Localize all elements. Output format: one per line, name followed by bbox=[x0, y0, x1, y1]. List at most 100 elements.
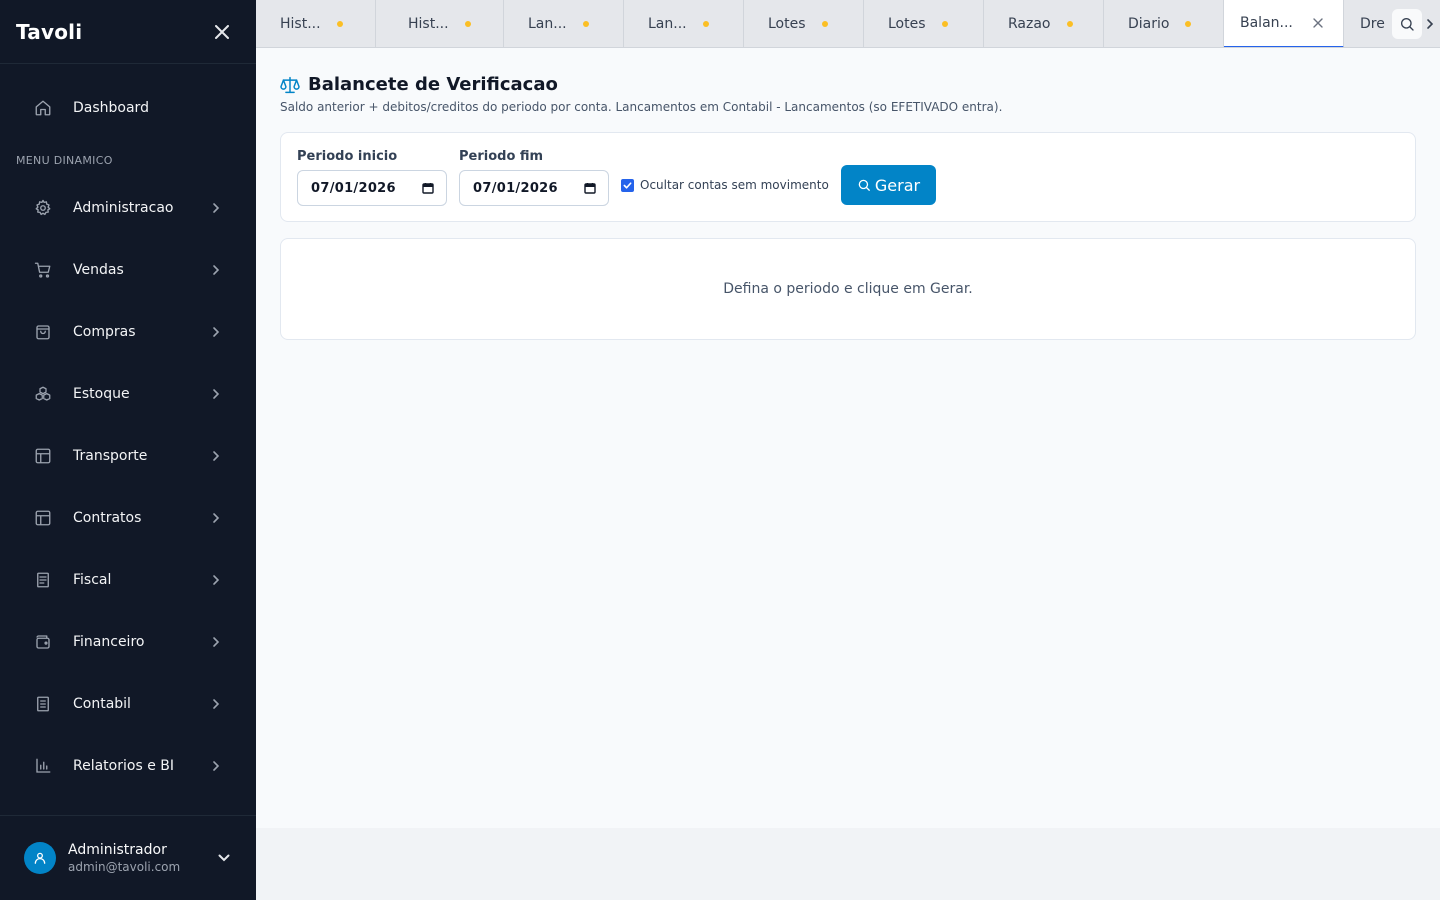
unsaved-dot-icon bbox=[464, 21, 471, 27]
sidebar-item-label: Estoque bbox=[73, 386, 130, 402]
tab-label: Hist... bbox=[280, 16, 321, 32]
avatar[interactable] bbox=[24, 842, 56, 874]
cart-icon bbox=[33, 260, 53, 280]
tab-historico-1[interactable]: Hist... bbox=[256, 0, 376, 47]
filter-card: Periodo inicio 07/01/2026 Periodo fim 07… bbox=[280, 132, 1416, 222]
layout-icon bbox=[33, 508, 53, 528]
sidebar: Tavoli Dashboard MENU DINAMICO Administr… bbox=[0, 0, 256, 900]
calendar-icon bbox=[584, 183, 596, 194]
sidebar-item-compras[interactable]: Compras bbox=[16, 310, 240, 354]
tab-razao[interactable]: Razao bbox=[984, 0, 1104, 47]
tab-historico-2[interactable]: Hist... bbox=[384, 0, 504, 47]
user-menu-toggle[interactable] bbox=[216, 850, 232, 866]
sidebar-item-relatorios-bi[interactable]: Relatorios e BI bbox=[16, 744, 240, 788]
tab-lotes-2[interactable]: Lotes bbox=[864, 0, 984, 47]
hide-empty-accounts-label: Ocultar contas sem movimento bbox=[640, 178, 829, 192]
results-panel: Defina o periodo e clique em Gerar. bbox=[280, 238, 1416, 340]
gerar-button[interactable]: Gerar bbox=[841, 165, 936, 205]
tab-label: Dre bbox=[1360, 16, 1385, 32]
chevron-down-icon bbox=[218, 854, 230, 862]
tab-search-button[interactable] bbox=[1392, 9, 1422, 39]
end-date-input[interactable]: 07/01/2026 bbox=[459, 170, 609, 206]
boxes-icon bbox=[33, 384, 53, 404]
sidebar-item-label: Administracao bbox=[73, 200, 174, 216]
search-icon bbox=[1401, 18, 1414, 31]
bar-chart-icon bbox=[33, 756, 53, 776]
chevron-right-icon bbox=[209, 697, 223, 711]
chevron-right-icon bbox=[209, 449, 223, 463]
sidebar-item-label: Relatorios e BI bbox=[73, 758, 174, 774]
tab-label: Lotes bbox=[768, 16, 806, 32]
tab-scroll-right-button[interactable] bbox=[1422, 14, 1438, 34]
unsaved-dot-icon bbox=[1185, 21, 1192, 27]
unsaved-dot-icon bbox=[582, 21, 589, 27]
page-subtitle: Saldo anterior + debitos/creditos do per… bbox=[280, 100, 1003, 114]
tab-label: Razao bbox=[1008, 16, 1051, 32]
sidebar-item-label: Contabil bbox=[73, 696, 131, 712]
start-date-field: Periodo inicio 07/01/2026 bbox=[297, 149, 447, 206]
page-header: Balancete de Verificacao bbox=[280, 74, 558, 95]
chevron-right-icon bbox=[1427, 19, 1434, 29]
sidebar-item-label: Fiscal bbox=[73, 572, 112, 588]
gear-icon bbox=[33, 198, 53, 218]
end-date-label: Periodo fim bbox=[459, 149, 544, 164]
tab-label: Lan... bbox=[528, 16, 567, 32]
tab-lotes-1[interactable]: Lotes bbox=[744, 0, 864, 47]
chevron-right-icon bbox=[209, 573, 223, 587]
tab-label: Hist... bbox=[408, 16, 449, 32]
home-icon bbox=[33, 98, 53, 118]
shopping-bag-icon bbox=[33, 322, 53, 342]
user-icon bbox=[34, 852, 46, 864]
sidebar-item-label: Financeiro bbox=[73, 634, 145, 650]
brand-logo: Tavoli bbox=[16, 19, 83, 44]
user-email: admin@tavoli.com bbox=[68, 860, 181, 874]
close-icon bbox=[215, 24, 229, 39]
close-sidebar-button[interactable] bbox=[212, 22, 232, 42]
sidebar-item-estoque[interactable]: Estoque bbox=[16, 372, 240, 416]
hide-empty-accounts-toggle[interactable]: Ocultar contas sem movimento bbox=[621, 178, 829, 192]
section-label: MENU DINAMICO bbox=[16, 154, 113, 167]
sidebar-item-transporte[interactable]: Transporte bbox=[16, 434, 240, 478]
sidebar-item-contabil[interactable]: Contabil bbox=[16, 682, 240, 726]
sidebar-item-label: Dashboard bbox=[73, 100, 149, 116]
book-icon bbox=[33, 694, 53, 714]
calendar-icon bbox=[422, 183, 434, 194]
tab-diario[interactable]: Diario bbox=[1104, 0, 1224, 47]
sidebar-item-administracao[interactable]: Administracao bbox=[16, 186, 240, 230]
unsaved-dot-icon bbox=[702, 21, 709, 27]
user-info: Administrador admin@tavoli.com bbox=[68, 841, 216, 875]
chevron-right-icon bbox=[209, 263, 223, 277]
chevron-right-icon bbox=[209, 387, 223, 401]
wallet-icon bbox=[33, 632, 53, 652]
sidebar-item-fiscal[interactable]: Fiscal bbox=[16, 558, 240, 602]
unsaved-dot-icon bbox=[1066, 21, 1073, 27]
sidebar-item-financeiro[interactable]: Financeiro bbox=[16, 620, 240, 664]
sidebar-header: Tavoli bbox=[0, 0, 256, 64]
unsaved-dot-icon bbox=[336, 21, 343, 27]
tab-label: Balan... bbox=[1240, 15, 1293, 31]
sidebar-item-label: Contratos bbox=[73, 510, 142, 526]
sidebar-item-vendas[interactable]: Vendas bbox=[16, 248, 240, 292]
sidebar-item-dashboard[interactable]: Dashboard bbox=[16, 86, 240, 130]
tab-balancete[interactable]: Balan... bbox=[1224, 0, 1344, 47]
receipt-icon bbox=[33, 570, 53, 590]
chevron-right-icon bbox=[209, 511, 223, 525]
unsaved-dot-icon bbox=[941, 21, 948, 27]
close-tab-button[interactable] bbox=[1313, 18, 1323, 28]
sidebar-item-contratos[interactable]: Contratos bbox=[16, 496, 240, 540]
end-date-field: Periodo fim 07/01/2026 bbox=[459, 149, 609, 206]
scale-icon bbox=[280, 75, 300, 95]
user-panel: Administrador admin@tavoli.com bbox=[0, 815, 256, 900]
end-date-value: 07/01/2026 bbox=[473, 180, 558, 196]
tab-label: Diario bbox=[1128, 16, 1170, 32]
start-date-label: Periodo inicio bbox=[297, 149, 398, 164]
start-date-value: 07/01/2026 bbox=[311, 180, 396, 196]
hide-empty-accounts-checkbox[interactable] bbox=[621, 178, 634, 192]
user-name: Administrador bbox=[68, 842, 167, 858]
unsaved-dot-icon bbox=[821, 21, 828, 27]
tab-lancamentos-2[interactable]: Lan... bbox=[624, 0, 744, 47]
tab-lancamentos-1[interactable]: Lan... bbox=[504, 0, 624, 47]
start-date-input[interactable]: 07/01/2026 bbox=[297, 170, 447, 206]
chevron-right-icon bbox=[209, 201, 223, 215]
chevron-right-icon bbox=[209, 635, 223, 649]
